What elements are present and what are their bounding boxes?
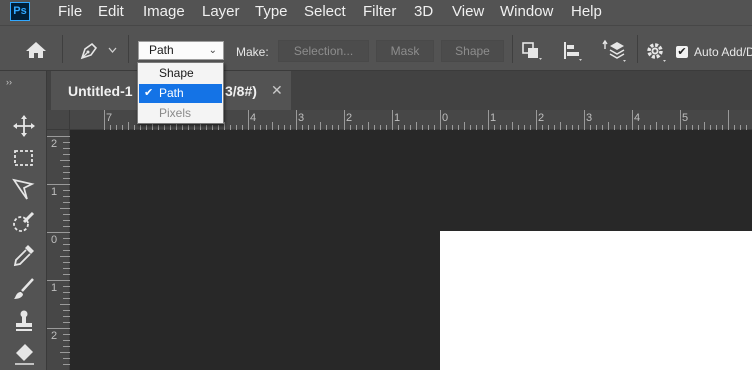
chevron-down-icon: ⌄	[208, 45, 217, 56]
menu-image[interactable]: Image	[143, 3, 185, 20]
menu-view[interactable]: View	[452, 3, 484, 20]
move-tool-icon[interactable]	[10, 112, 38, 140]
rectangular-marquee-tool-icon[interactable]	[10, 144, 38, 172]
path-alignment-icon[interactable]	[562, 40, 584, 62]
menu-3d[interactable]: 3D	[414, 3, 433, 20]
menu-layer[interactable]: Layer	[202, 3, 240, 20]
ruler-label: 4	[634, 112, 641, 124]
mode-option-shape[interactable]: Shape	[139, 64, 222, 83]
gear-icon[interactable]	[645, 41, 669, 63]
make-selection-button[interactable]: Selection...	[278, 40, 369, 62]
separator	[637, 35, 638, 63]
menu-edit[interactable]: Edit	[98, 3, 124, 20]
menu-type[interactable]: Type	[255, 3, 288, 20]
menu-file[interactable]: File	[58, 3, 82, 20]
chevron-down-icon[interactable]	[108, 47, 117, 53]
ruler-label: 1	[394, 112, 401, 124]
make-shape-button[interactable]: Shape	[441, 40, 504, 62]
ruler-label: 2	[51, 138, 58, 150]
checkmark-icon: ✔	[144, 87, 154, 99]
ruler-label: 2	[51, 330, 58, 342]
path-operations-icon[interactable]	[521, 41, 543, 61]
home-icon[interactable]	[25, 41, 47, 59]
ruler-label: 4	[250, 112, 257, 124]
vertical-ruler[interactable]: 2 1 0 1 2	[47, 130, 70, 370]
polygonal-lasso-tool-icon[interactable]	[10, 175, 38, 203]
ruler-label: 1	[51, 282, 58, 294]
ruler-label: 1	[490, 112, 497, 124]
separator	[512, 35, 513, 63]
tool-mode-select[interactable]: Path ⌄	[138, 41, 224, 60]
photoshop-logo-icon: Ps	[10, 2, 30, 21]
document-canvas[interactable]	[440, 231, 752, 370]
ruler-origin[interactable]	[47, 110, 70, 130]
menu-select[interactable]: Select	[304, 3, 346, 20]
separator	[128, 35, 129, 63]
eyedropper-tool-icon[interactable]	[10, 241, 38, 269]
ruler-label: 0	[442, 112, 449, 124]
menu-filter[interactable]: Filter	[363, 3, 396, 20]
make-label: Make:	[236, 45, 269, 59]
ruler-label: 0	[51, 234, 58, 246]
ruler-label: 2	[346, 112, 353, 124]
eraser-tool-icon[interactable]	[10, 339, 38, 367]
mode-option-label: Shape	[159, 66, 194, 80]
ruler-label: 3	[586, 112, 593, 124]
ruler-label: 7	[106, 112, 113, 124]
make-mask-button[interactable]: Mask	[376, 40, 434, 62]
options-bar: Path ⌄ Make: Selection... Mask Shape ✔ A…	[0, 25, 752, 71]
mode-option-path[interactable]: ✔ Path	[139, 84, 222, 103]
auto-add-delete-checkbox[interactable]: ✔	[676, 46, 688, 58]
document-tab-title: Untitled-1	[68, 83, 133, 99]
clone-stamp-tool-icon[interactable]	[10, 307, 38, 335]
ruler-label: 5	[682, 112, 689, 124]
close-icon[interactable]: ✕	[271, 82, 283, 99]
document-tab-mode: 3/8#)	[225, 83, 257, 99]
separator	[62, 35, 63, 63]
menu-window[interactable]: Window	[500, 3, 553, 20]
tool-mode-value: Path	[149, 43, 174, 57]
pen-tool-preset-icon[interactable]	[78, 40, 100, 62]
path-arrangement-icon[interactable]	[602, 39, 628, 63]
mode-option-label: Path	[159, 86, 184, 100]
panel-collapse-icon[interactable]: ››	[6, 77, 12, 87]
brush-tool-icon[interactable]	[10, 275, 38, 303]
mode-option-label: Pixels	[159, 106, 192, 120]
menu-bar: Ps File Edit Image Layer Type Select Fil…	[0, 0, 752, 25]
tool-mode-dropdown: Shape ✔ Path Pixels	[137, 62, 224, 124]
ruler-label: 2	[538, 112, 545, 124]
tools-panel: ››	[0, 71, 47, 370]
ruler-label: 1	[51, 186, 58, 198]
ruler-label: 3	[298, 112, 305, 124]
quick-selection-tool-icon[interactable]	[10, 209, 38, 237]
menu-help[interactable]: Help	[571, 3, 602, 20]
auto-add-delete-label: Auto Add/D	[694, 45, 752, 59]
mode-option-pixels[interactable]: Pixels	[139, 104, 222, 123]
